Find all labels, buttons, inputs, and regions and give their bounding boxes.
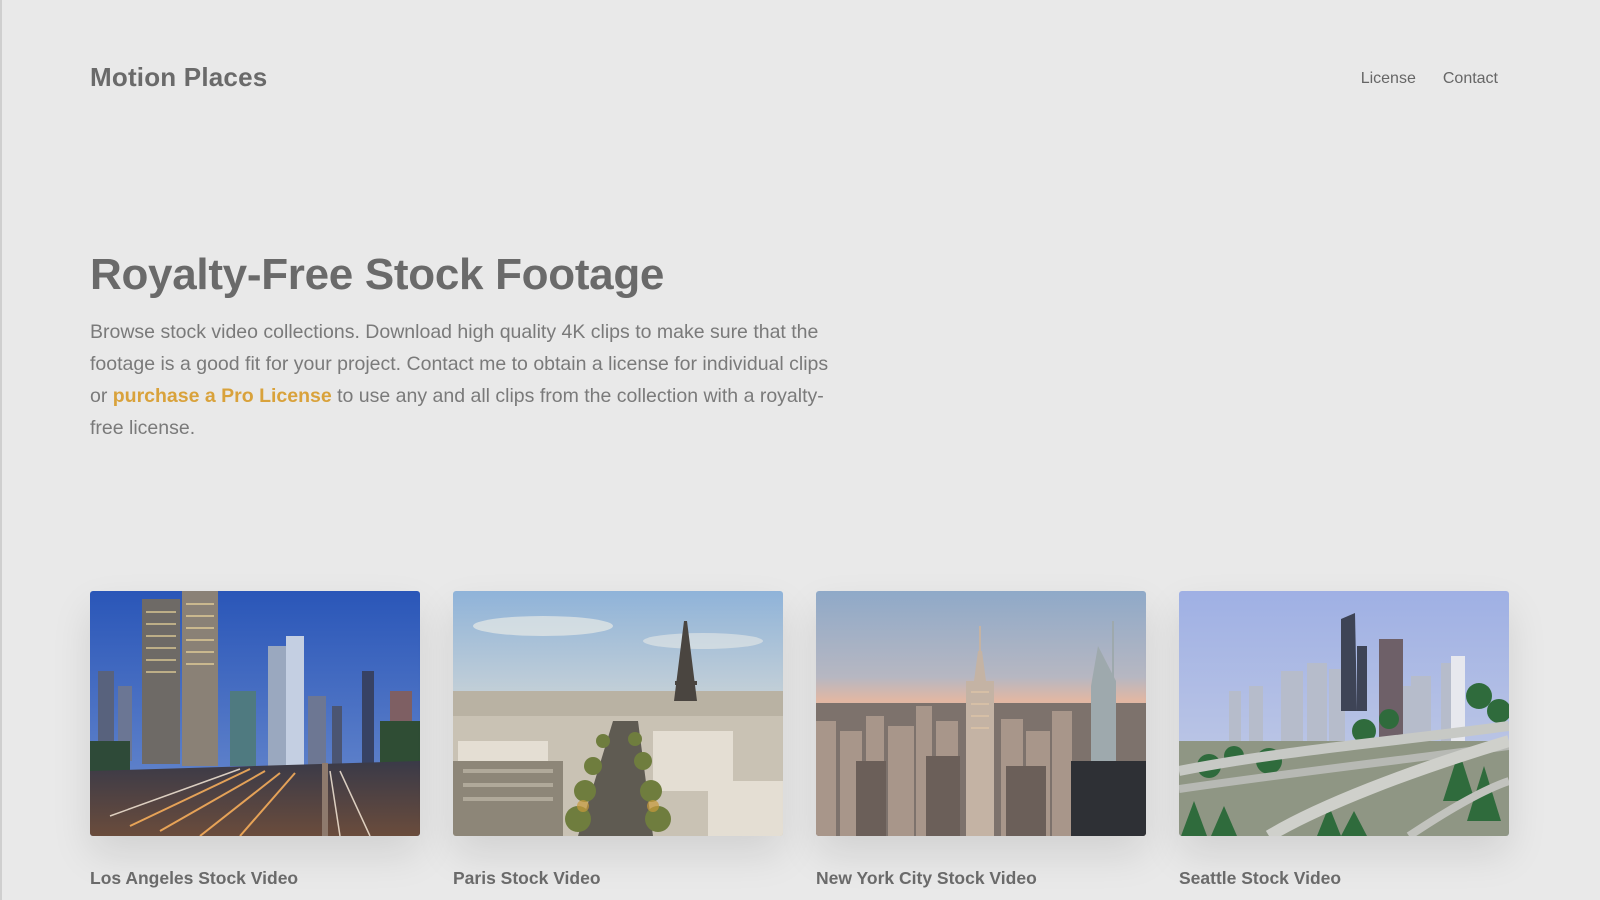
collection-title[interactable]: Los Angeles Stock Video: [90, 868, 420, 889]
nav-link-contact[interactable]: Contact: [1443, 70, 1498, 88]
collection-grid: Los Angeles Stock Video Paris Stock Vide…: [90, 591, 1509, 889]
collection-title[interactable]: Paris Stock Video: [453, 868, 783, 889]
los-angeles-thumbnail[interactable]: [90, 591, 420, 836]
collection-card-seattle[interactable]: Seattle Stock Video: [1179, 591, 1509, 889]
collection-title[interactable]: New York City Stock Video: [816, 868, 1146, 889]
paris-thumbnail[interactable]: [453, 591, 783, 836]
collection-title[interactable]: Seattle Stock Video: [1179, 868, 1509, 889]
pro-license-link[interactable]: purchase a Pro License: [113, 385, 332, 407]
main-nav: License Contact: [1361, 70, 1498, 88]
page-title: Royalty-Free Stock Footage: [90, 250, 665, 299]
seattle-thumbnail[interactable]: [1179, 591, 1509, 836]
collection-card-paris[interactable]: Paris Stock Video: [453, 591, 783, 889]
collection-card-new-york[interactable]: New York City Stock Video: [816, 591, 1146, 889]
nav-link-license[interactable]: License: [1361, 70, 1416, 88]
hero-description: Browse stock video collections. Download…: [90, 316, 830, 444]
collection-card-los-angeles[interactable]: Los Angeles Stock Video: [90, 591, 420, 889]
site-logo[interactable]: Motion Places: [90, 62, 267, 93]
page-edge-divider: [0, 0, 2, 900]
new-york-thumbnail[interactable]: [816, 591, 1146, 836]
